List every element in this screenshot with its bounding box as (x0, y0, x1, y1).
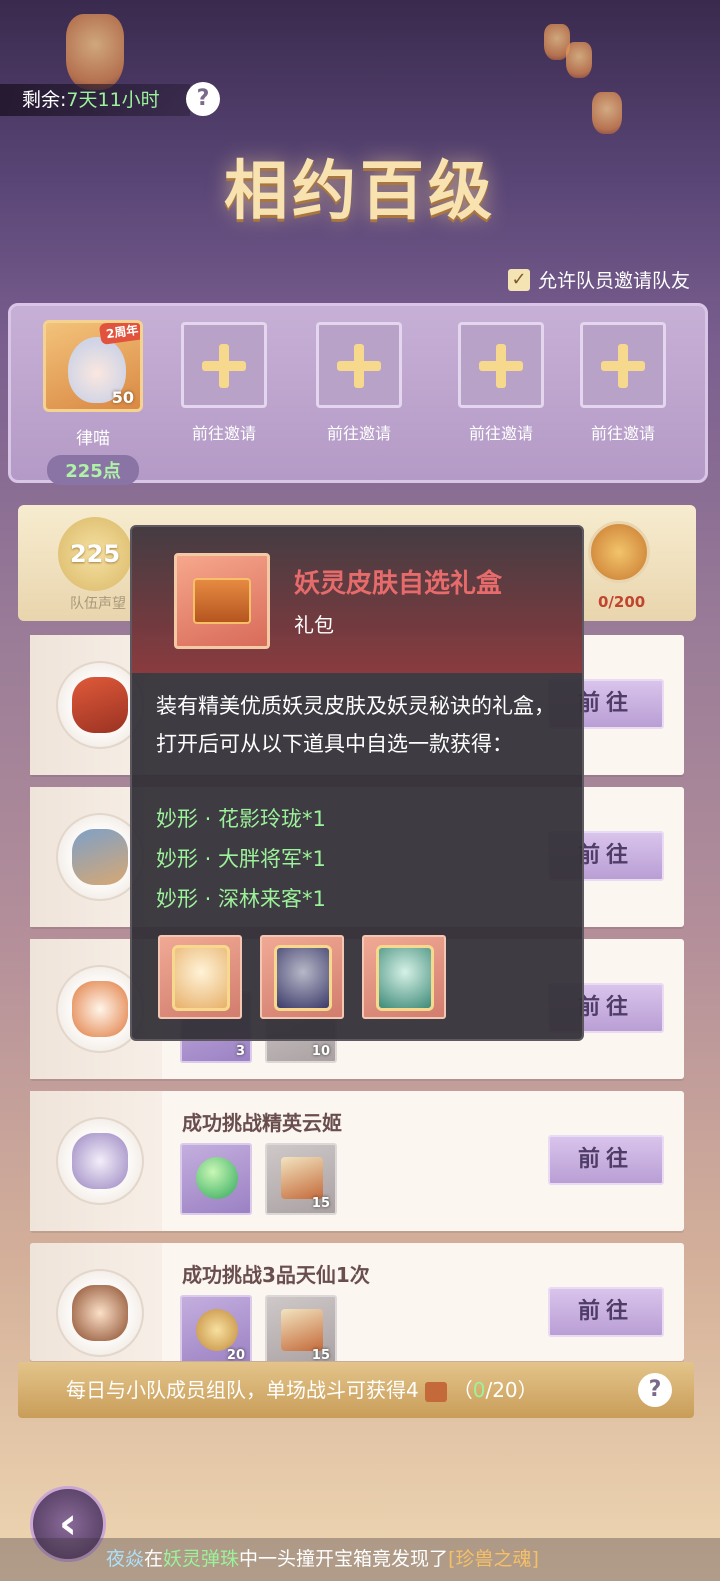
skin-option-card[interactable] (362, 935, 446, 1019)
allow-invite-label: 允许队员邀请队友 (538, 270, 691, 292)
plus-icon (219, 344, 229, 388)
tooltip-option: 妙形 · 深林来客*1 (156, 887, 326, 911)
team-flag-icon (281, 1157, 323, 1199)
reward-item[interactable]: 15 (265, 1143, 337, 1215)
prestige-value: 225 (58, 517, 132, 591)
avatar-level: 50 (111, 388, 134, 407)
treasure-chest-icon (193, 578, 251, 624)
ticker-mid: 中一头撞开宝箱竟发现了 (239, 1548, 449, 1570)
reward-item[interactable] (180, 1143, 252, 1215)
leader-member[interactable]: 2周年 50 律喵 225点 (43, 320, 143, 485)
add-member-button[interactable] (181, 322, 267, 408)
checkbox-icon[interactable]: ✓ (508, 268, 530, 291)
ticker-item: [珍兽之魂] (448, 1548, 539, 1570)
add-member-button[interactable] (458, 322, 544, 408)
invite-slot-2[interactable]: 前往邀请 (316, 322, 402, 444)
prestige-label: 队伍声望 (70, 596, 126, 612)
item-count: 15 (311, 1196, 330, 1211)
item-count: 15 (311, 1348, 330, 1361)
ticker-player: 夜焱 (106, 1548, 145, 1570)
ticker-in: 在 (144, 1548, 164, 1570)
skin-portrait-icon (274, 945, 332, 1011)
lantern-decoration (592, 92, 622, 134)
lantern-decoration (66, 14, 124, 90)
event-timer: 剩余:7天11小时 (0, 84, 190, 116)
reward-item[interactable]: 15 (265, 1295, 337, 1361)
gift-box-icon (174, 553, 270, 649)
news-ticker: 夜焱在妖灵弹珠中一头撞开宝箱竟发现了[珍兽之魂] (0, 1538, 720, 1581)
skin-portrait-icon (376, 945, 434, 1011)
progress-open: （ (452, 1378, 473, 1402)
item-tooltip: 妖灵皮肤自选礼盒 礼包 装有精美优质妖灵皮肤及妖灵秘诀的礼盒，打开后可从以下道具… (130, 525, 584, 1041)
item-count: 20 (226, 1348, 245, 1361)
pearl-shell-icon (56, 1117, 144, 1205)
avatar[interactable]: 2周年 50 (43, 320, 143, 412)
lantern-decoration (566, 42, 592, 78)
item-count: 3 (235, 1044, 245, 1059)
green-orb-icon (196, 1157, 238, 1199)
add-member-button[interactable] (580, 322, 666, 408)
anniversary-badge: 2周年 (98, 323, 140, 345)
task-title: 成功挑战3品天仙1次 (182, 1263, 370, 1287)
plus-icon (496, 344, 506, 388)
help-icon[interactable]: ? (638, 1373, 672, 1407)
team-token-icon (196, 1309, 238, 1351)
skin-option-card[interactable] (260, 935, 344, 1019)
invite-label: 前往邀请 (191, 424, 256, 443)
invite-slot-1[interactable]: 前往邀请 (181, 322, 267, 444)
leader-points: 225点 (47, 455, 139, 485)
team-flag-icon (424, 1381, 447, 1402)
team-flag-icon (281, 1309, 323, 1351)
plus-icon (354, 344, 364, 388)
invite-label: 前往邀请 (590, 424, 655, 443)
timer-value: 7天11小时 (66, 89, 160, 111)
lion-spirit-icon (72, 1285, 128, 1341)
task-icon-panel (30, 1243, 162, 1361)
reward-item[interactable]: 20 (180, 1295, 252, 1361)
lion-spirit-icon (56, 1269, 144, 1357)
invite-label: 前往邀请 (468, 424, 533, 443)
skin-portrait-icon (172, 945, 230, 1011)
arena-icon (72, 829, 128, 885)
gift-box-icon[interactable] (588, 521, 650, 583)
plus-icon (618, 344, 628, 388)
ticker-game: 妖灵弹珠 (163, 1548, 240, 1570)
tooltip-description: 装有精美优质妖灵皮肤及妖灵秘诀的礼盒，打开后可从以下道具中自选一款获得： (156, 694, 555, 756)
team-panel: 2周年 50 律喵 225点 前往邀请 前往邀请 前往邀请 前往邀请 (8, 303, 708, 485)
invite-slot-3[interactable]: 前往邀请 (458, 322, 544, 444)
tooltip-option: 妙形 · 大胖将军*1 (156, 847, 326, 871)
item-count: 10 (311, 1044, 330, 1059)
progress-total: /20 (485, 1378, 518, 1402)
tooltip-header: 妖灵皮肤自选礼盒 礼包 (132, 527, 582, 673)
tooltip-option: 妙形 · 花影玲珑*1 (156, 807, 326, 831)
timer-label: 剩余: (22, 89, 67, 111)
allow-invite-toggle[interactable]: ✓ 允许队员邀请队友 (508, 266, 690, 293)
progress-close: ） (517, 1378, 538, 1402)
gift-progress: 0/200 (598, 593, 646, 611)
invite-slot-4[interactable]: 前往邀请 (580, 322, 666, 444)
add-member-button[interactable] (316, 322, 402, 408)
daily-reward-strip: 每日与小队成员组队，单场战斗可获得4 （0/20） (18, 1362, 694, 1418)
pearl-shell-icon (72, 1133, 128, 1189)
task-icon-panel (30, 1091, 162, 1231)
flag-icon (72, 677, 128, 733)
skin-option-card[interactable] (158, 935, 242, 1019)
tooltip-item-name: 妖灵皮肤自选礼盒 (294, 569, 503, 599)
task-title: 成功挑战精英云姬 (182, 1111, 342, 1135)
progress-current: 0 (472, 1378, 486, 1402)
leader-name: 律喵 (76, 429, 110, 449)
help-icon[interactable]: ? (186, 82, 220, 116)
invite-label: 前往邀请 (326, 424, 391, 443)
task-row: 成功挑战3品天仙1次 20 15 前往 (30, 1243, 684, 1361)
go-button[interactable]: 前往 (548, 1135, 664, 1185)
go-button[interactable]: 前往 (548, 1287, 664, 1337)
event-title: 相约百级 (224, 154, 496, 229)
fox-spirit-icon (72, 981, 128, 1037)
daily-reward-text: 每日与小队成员组队，单场战斗可获得4 (66, 1378, 419, 1402)
tooltip-item-type: 礼包 (294, 613, 334, 637)
task-row: 成功挑战精英云姬 15 前往 (30, 1091, 684, 1231)
